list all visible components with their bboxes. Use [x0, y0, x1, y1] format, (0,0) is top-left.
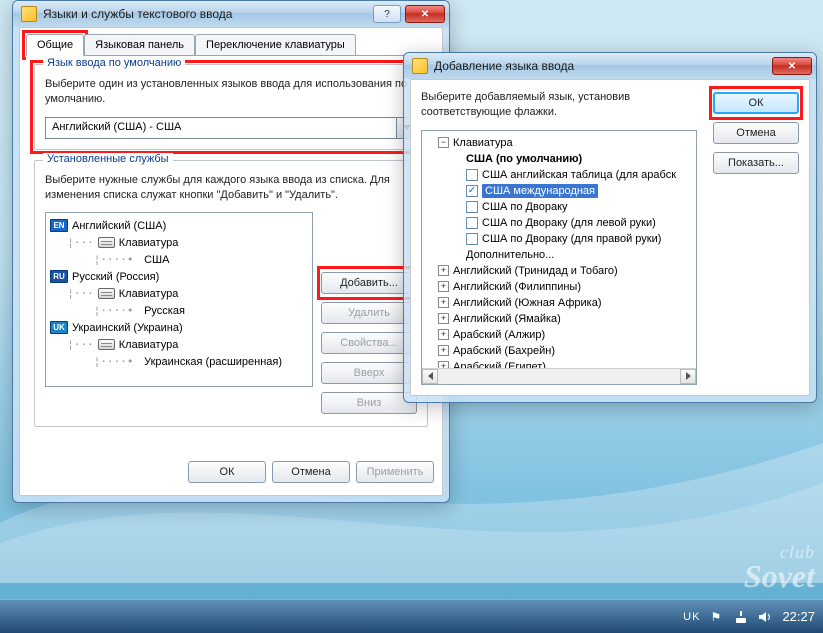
- help-button-icon[interactable]: ?: [373, 5, 401, 23]
- apply-button[interactable]: Применить: [356, 461, 434, 483]
- group-label: Установленные службы: [43, 153, 173, 165]
- tree-item[interactable]: Английский (Ямайка): [453, 313, 561, 325]
- tab-language-panel[interactable]: Языковая панель: [84, 34, 195, 56]
- list-item[interactable]: Клавиатура: [119, 237, 179, 249]
- collapse-icon[interactable]: −: [438, 137, 449, 148]
- ok-button[interactable]: ОК: [713, 92, 799, 114]
- keyboard-icon: [98, 288, 115, 299]
- combo-value: Английский (США) - США: [46, 118, 396, 138]
- language-tree[interactable]: − Клавиатура США (по умолчанию) США англ…: [421, 130, 697, 385]
- list-item[interactable]: Русская: [144, 305, 185, 317]
- horizontal-scrollbar[interactable]: [422, 368, 696, 384]
- tree-item[interactable]: Клавиатура: [453, 137, 513, 149]
- add-language-desc: Выберите добавляемый язык, установив соо…: [421, 90, 697, 120]
- tree-item[interactable]: США по Двораку: [482, 201, 568, 213]
- list-item[interactable]: Английский (США): [72, 220, 166, 232]
- tab-general[interactable]: Общие: [26, 34, 84, 56]
- expand-icon[interactable]: +: [438, 297, 449, 308]
- expand-icon[interactable]: +: [438, 281, 449, 292]
- default-language-desc: Выберите один из установленных языков вв…: [45, 77, 417, 107]
- keyboard-icon: [98, 339, 115, 350]
- default-language-combo[interactable]: Английский (США) - США: [45, 117, 417, 139]
- window-add-input-language: Добавление языка ввода ✕ Выберите добавл…: [403, 52, 817, 403]
- tree-item[interactable]: США по Двораку (для левой руки): [482, 217, 656, 229]
- tree-item-selected[interactable]: США международная: [482, 184, 598, 198]
- close-button-icon[interactable]: ✕: [772, 57, 812, 75]
- expand-icon[interactable]: +: [438, 313, 449, 324]
- list-item[interactable]: Украинская (расширенная): [144, 356, 282, 368]
- tray-language-indicator[interactable]: UK: [683, 611, 700, 623]
- tray-network-icon[interactable]: [734, 610, 748, 624]
- tree-item[interactable]: Английский (Тринидад и Тобаго): [453, 265, 618, 277]
- scroll-right-icon[interactable]: [680, 369, 696, 384]
- checkbox[interactable]: ✓: [466, 185, 478, 197]
- taskbar[interactable]: UK ⚑ 22:27: [0, 599, 823, 633]
- window-text-services: Языки и службы текстового ввода ? ✕ Общи…: [12, 0, 450, 503]
- language-badge-ru: RU: [50, 270, 68, 283]
- expand-icon[interactable]: +: [438, 265, 449, 276]
- list-item[interactable]: Клавиатура: [119, 339, 179, 351]
- expand-icon[interactable]: +: [438, 345, 449, 356]
- tree-item[interactable]: Арабский (Алжир): [453, 329, 545, 341]
- list-item[interactable]: Клавиатура: [119, 288, 179, 300]
- ok-button[interactable]: ОК: [188, 461, 266, 483]
- window-title: Языки и службы текстового ввода: [43, 7, 373, 21]
- installed-services-list[interactable]: EN Английский (США) ¦··· Клавиатура ¦···…: [45, 212, 313, 387]
- installed-services-desc: Выберите нужные службы для каждого языка…: [45, 173, 417, 203]
- language-badge-en: EN: [50, 219, 68, 232]
- titlebar[interactable]: Языки и службы текстового ввода ? ✕: [13, 1, 449, 27]
- app-icon: [412, 58, 428, 74]
- tree-item[interactable]: Дополнительно...: [466, 249, 554, 261]
- tree-item[interactable]: США (по умолчанию): [466, 153, 582, 165]
- language-badge-uk: UK: [50, 321, 68, 334]
- cancel-button[interactable]: Отмена: [713, 122, 799, 144]
- checkbox[interactable]: [466, 233, 478, 245]
- list-item[interactable]: США: [144, 254, 169, 266]
- tree-item[interactable]: Английский (Южная Африка): [453, 297, 602, 309]
- close-button-icon[interactable]: ✕: [405, 5, 445, 23]
- titlebar[interactable]: Добавление языка ввода ✕: [404, 53, 816, 79]
- list-item[interactable]: Русский (Россия): [72, 271, 159, 283]
- tree-item[interactable]: Английский (Филиппины): [453, 281, 581, 293]
- group-default-input-language: Язык ввода по умолчанию Выберите один из…: [34, 64, 428, 150]
- expand-icon[interactable]: +: [438, 329, 449, 340]
- list-item[interactable]: Украинский (Украина): [72, 322, 183, 334]
- tray-flag-icon[interactable]: ⚑: [710, 610, 724, 624]
- group-installed-services: Установленные службы Выберите нужные слу…: [34, 160, 428, 428]
- preview-button[interactable]: Показать...: [713, 152, 799, 174]
- window-title: Добавление языка ввода: [434, 59, 772, 73]
- checkbox[interactable]: [466, 217, 478, 229]
- tree-item[interactable]: США английская таблица (для арабск: [482, 169, 676, 181]
- keyboard-icon: [98, 237, 115, 248]
- tree-item[interactable]: США по Двораку (для правой руки): [482, 233, 661, 245]
- checkbox[interactable]: [466, 201, 478, 213]
- tray-clock[interactable]: 22:27: [782, 609, 815, 624]
- group-label: Язык ввода по умолчанию: [43, 57, 185, 69]
- watermark: clubSovet: [744, 544, 815, 591]
- tray-volume-icon[interactable]: [758, 610, 772, 624]
- tree-item[interactable]: Арабский (Бахрейн): [453, 345, 555, 357]
- checkbox[interactable]: [466, 169, 478, 181]
- cancel-button[interactable]: Отмена: [272, 461, 350, 483]
- tab-keyboard-switching[interactable]: Переключение клавиатуры: [195, 34, 356, 56]
- scroll-left-icon[interactable]: [422, 369, 438, 384]
- app-icon: [21, 6, 37, 22]
